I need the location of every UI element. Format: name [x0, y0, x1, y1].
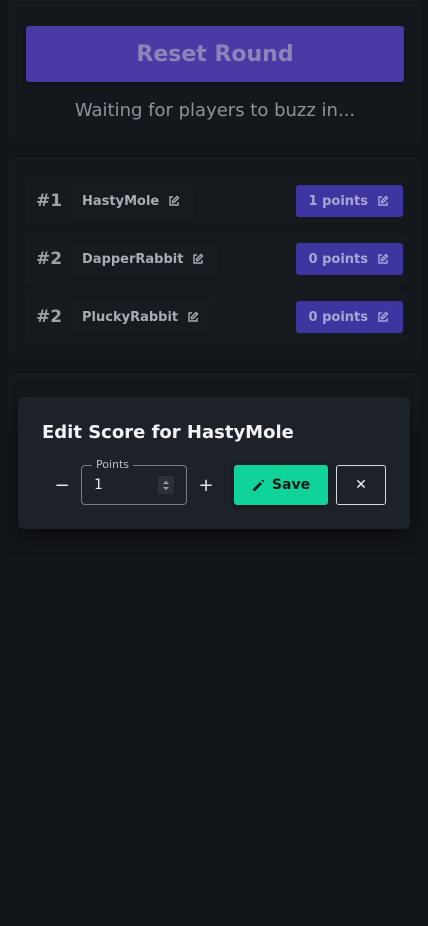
rank-label: #1	[36, 191, 63, 211]
waiting-status: Waiting for players to buzz in...	[74, 100, 356, 121]
edit-icon	[378, 195, 389, 206]
points-button[interactable]: 1 points	[295, 185, 403, 217]
points-label: 0 points	[308, 309, 368, 325]
edit-icon	[188, 311, 199, 322]
player-name-button[interactable]: PluckyRabbit	[68, 300, 214, 334]
leaderboard-row: #1 HastyMole 1 points	[26, 177, 404, 225]
edit-icon	[378, 253, 389, 264]
player-name: DapperRabbit	[82, 251, 184, 267]
points-button[interactable]: 0 points	[295, 243, 403, 275]
number-spinner[interactable]	[158, 476, 174, 494]
dialog-title: Edit Score for HastyMole	[42, 422, 294, 443]
game-host-page: Reset Round Waiting for players to buzz …	[0, 0, 428, 926]
rank-label: #2	[36, 249, 63, 269]
decrement-button[interactable]: −	[44, 465, 80, 505]
player-name: HastyMole	[82, 193, 160, 209]
points-input[interactable]: Points 1	[81, 458, 187, 505]
reset-round-button[interactable]: Reset Round	[26, 26, 404, 82]
player-name: PluckyRabbit	[82, 309, 179, 325]
player-name-button[interactable]: DapperRabbit	[68, 242, 219, 276]
save-button[interactable]: Save	[234, 465, 328, 505]
rank-label: #2	[36, 307, 63, 327]
spin-down-icon[interactable]	[163, 486, 169, 490]
points-button[interactable]: 0 points	[295, 301, 403, 333]
player-name-button[interactable]: HastyMole	[68, 184, 195, 218]
minus-icon: −	[54, 474, 70, 496]
leaderboard-row: #2 PluckyRabbit 0 points	[26, 293, 404, 341]
plus-icon: +	[198, 474, 214, 496]
edit-score-dialog: Edit Score for HastyMole − Points 1 + Sa…	[18, 397, 410, 529]
points-label: 0 points	[308, 251, 368, 267]
leaderboard-card: #1 HastyMole 1 points #2 DapperRabbit 0 …	[8, 158, 420, 358]
edit-icon	[169, 195, 180, 206]
close-icon: ✕	[355, 477, 367, 493]
spin-up-icon[interactable]	[163, 480, 169, 484]
close-button[interactable]: ✕	[336, 465, 386, 505]
increment-button[interactable]: +	[188, 465, 224, 505]
points-label: 1 points	[308, 193, 368, 209]
edit-icon	[378, 311, 389, 322]
save-label: Save	[271, 477, 311, 493]
points-input-value: 1	[94, 477, 103, 493]
host-controls-card: Reset Round Waiting for players to buzz …	[8, 0, 420, 142]
edit-icon	[193, 253, 204, 264]
leaderboard-row: #2 DapperRabbit 0 points	[26, 235, 404, 283]
pencil-icon	[252, 479, 265, 491]
